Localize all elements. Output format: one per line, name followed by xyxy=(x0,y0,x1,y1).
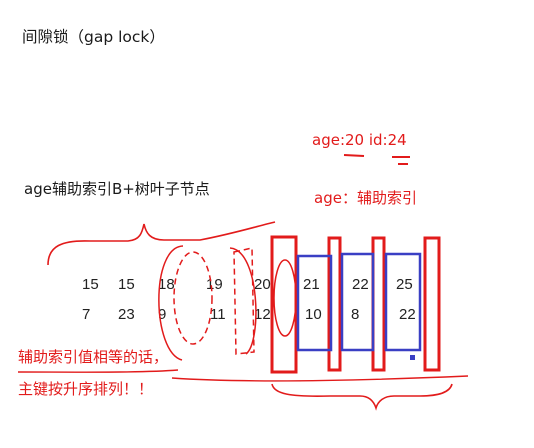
red-bar xyxy=(270,235,298,374)
blue-page-box xyxy=(384,252,422,352)
red-ellipse xyxy=(273,259,297,337)
red-bar xyxy=(423,236,441,372)
dashed-ellipse xyxy=(173,251,213,345)
curly-brace-bottom xyxy=(271,383,453,411)
dashed-box xyxy=(233,247,255,355)
curly-brace-top xyxy=(47,221,276,266)
underline-mark xyxy=(343,154,365,157)
annotation-drawing xyxy=(17,154,469,411)
bottom-line xyxy=(171,375,469,382)
blue-dot xyxy=(410,355,415,360)
blue-page-box xyxy=(296,254,333,352)
red-curve xyxy=(158,245,184,361)
red-bar xyxy=(371,236,386,372)
note-underline xyxy=(17,369,179,373)
blue-page-box xyxy=(340,252,375,352)
